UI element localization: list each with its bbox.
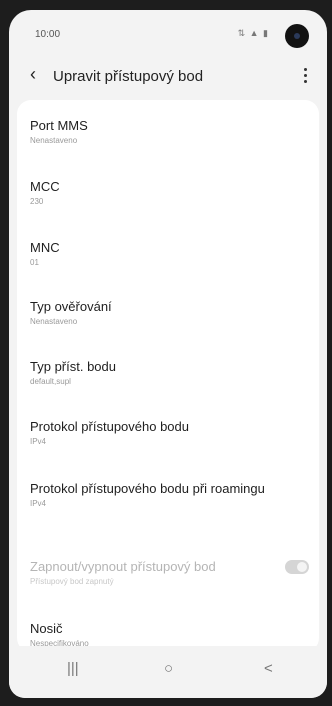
setting-label: Zapnout/vypnout přístupový bod	[30, 559, 216, 574]
setting-label: Typ příst. bodu	[30, 359, 116, 374]
setting-value: 230	[30, 197, 44, 206]
status-time: 10:00	[35, 29, 61, 40]
front-camera-icon	[285, 24, 309, 48]
setting-label: MNC	[30, 240, 60, 255]
setting-item-apn-type[interactable]: Typ příst. bodu default,supl	[30, 358, 307, 386]
more-options-icon[interactable]	[297, 64, 313, 86]
setting-label: Port MMS	[30, 118, 88, 133]
navigation-bar: ||| ○ <	[9, 646, 327, 698]
setting-item-apn-toggle: Zapnout/vypnout přístupový bod Přístupov…	[30, 558, 259, 586]
back-nav-icon[interactable]: <	[264, 660, 273, 677]
setting-item-auth-type[interactable]: Typ ověřování Nenastaveno	[30, 298, 307, 326]
setting-item-apn-protocol[interactable]: Protokol přístupového bodu IPv4	[30, 418, 307, 446]
setting-value: 01	[30, 258, 39, 267]
screen: 10:00 ⇅ ▲ ▮ ‹ Upravit přístupový bod Por…	[9, 10, 327, 698]
setting-value: IPv4	[30, 437, 47, 446]
setting-label: Typ ověřování	[30, 299, 112, 314]
setting-value: Přístupový bod zapnutý	[30, 577, 114, 586]
setting-label: MCC	[30, 179, 60, 194]
page-title: Upravit přístupový bod	[53, 68, 204, 85]
setting-value: Nenastaveno	[30, 136, 78, 145]
setting-item-mnc[interactable]: MNC 01	[30, 239, 307, 267]
apn-enable-toggle	[285, 560, 309, 574]
settings-list: Port MMS Nenastaveno MCC 230 MNC 01 Typ …	[17, 100, 319, 652]
back-arrow-icon[interactable]: ‹	[30, 64, 36, 85]
app-bar: ‹ Upravit přístupový bod	[9, 60, 327, 96]
home-icon[interactable]: ○	[164, 660, 173, 677]
setting-label: Protokol přístupového bodu	[30, 419, 189, 434]
recents-icon[interactable]: |||	[67, 660, 79, 677]
phone-frame: 10:00 ⇅ ▲ ▮ ‹ Upravit přístupový bod Por…	[0, 0, 332, 706]
status-bar: 10:00 ⇅ ▲ ▮	[9, 10, 327, 50]
setting-item-mcc[interactable]: MCC 230	[30, 178, 307, 206]
setting-label: Nosič	[30, 621, 63, 636]
setting-item-port-mms[interactable]: Port MMS Nenastaveno	[30, 117, 307, 145]
setting-value: default,supl	[30, 377, 71, 386]
setting-value: IPv4	[30, 499, 47, 508]
setting-item-bearer[interactable]: Nosič Nespecifikováno	[30, 620, 307, 648]
setting-label: Protokol přístupového bodu při roamingu	[30, 481, 265, 496]
setting-item-apn-roaming-protocol[interactable]: Protokol přístupového bodu při roamingu …	[30, 480, 307, 508]
status-icons: ⇅ ▲ ▮	[237, 28, 269, 38]
setting-value: Nenastaveno	[30, 317, 78, 326]
